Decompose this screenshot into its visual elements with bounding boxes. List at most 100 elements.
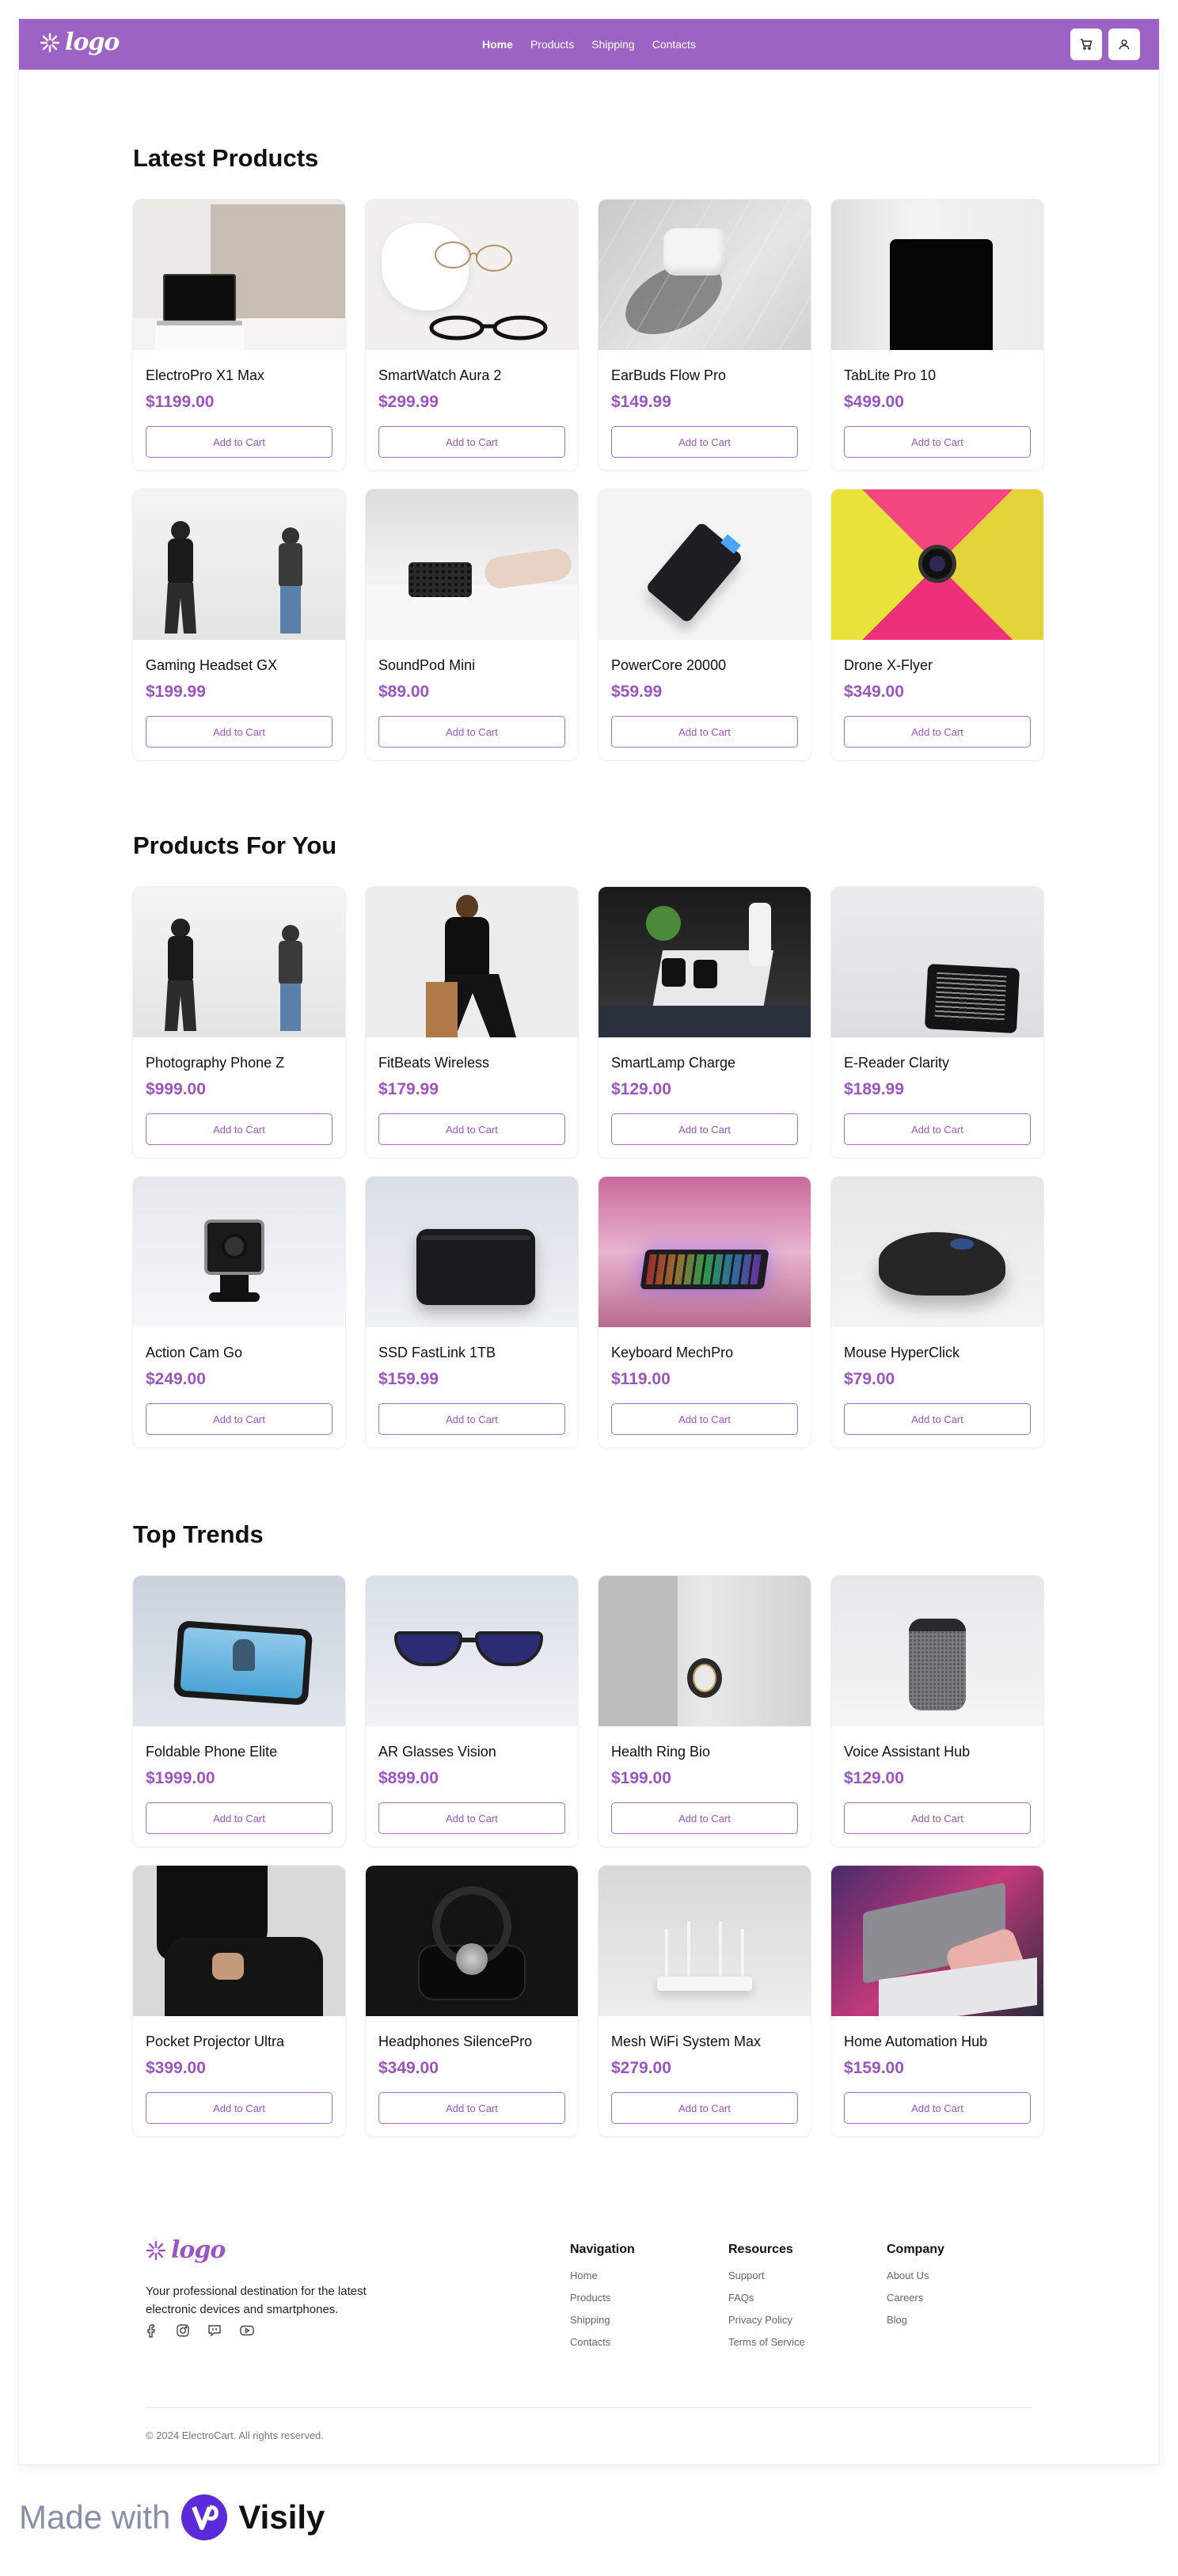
product-image[interactable] [831,489,1043,640]
facebook-icon[interactable] [146,2323,158,2338]
product-image[interactable] [831,200,1043,350]
product-image[interactable] [133,887,345,1037]
youtube-icon[interactable] [239,2323,255,2338]
product-name: FitBeats Wireless [378,1055,490,1071]
footer-link-support[interactable]: Support [728,2270,805,2282]
add-to-cart-button[interactable]: Add to Cart [378,716,565,748]
product-card: Photography Phone Z $999.00 Add to Cart [133,887,345,1158]
footer-link-blog[interactable]: Blog [887,2314,944,2327]
product-price: $159.00 [844,2059,904,2077]
nav-home[interactable]: Home [482,38,513,51]
product-image[interactable] [598,1177,811,1327]
product-image[interactable] [133,1866,345,2016]
product-price: $399.00 [146,2059,206,2077]
add-to-cart-button[interactable]: Add to Cart [844,1802,1031,1834]
add-to-cart-button[interactable]: Add to Cart [378,1113,565,1145]
cart-button[interactable] [1070,29,1102,60]
main-nav: Home Products Shipping Contacts [19,19,1159,70]
product-card: TabLite Pro 10 $499.00 Add to Cart [831,200,1043,470]
product-image[interactable] [598,1866,811,2016]
footer-description: Your professional destination for the la… [146,2285,367,2316]
add-to-cart-button[interactable]: Add to Cart [611,716,798,748]
product-image[interactable] [133,489,345,640]
add-to-cart-button[interactable]: Add to Cart [378,426,565,458]
product-image[interactable] [831,887,1043,1037]
add-to-cart-button[interactable]: Add to Cart [844,716,1031,748]
footer-link-shipping[interactable]: Shipping [570,2314,635,2327]
add-to-cart-button[interactable]: Add to Cart [146,2092,332,2124]
product-card: Mouse HyperClick $79.00 Add to Cart [831,1177,1043,1448]
product-image[interactable] [831,1177,1043,1327]
product-image[interactable] [366,1576,578,1726]
cart-icon [1081,39,1092,50]
product-image[interactable] [598,887,811,1037]
instagram-icon[interactable] [176,2323,190,2338]
product-name: TabLite Pro 10 [844,367,937,383]
add-to-cart-button[interactable]: Add to Cart [844,426,1031,458]
product-price: $999.00 [146,1080,206,1098]
product-image[interactable] [133,1177,345,1327]
chat-icon[interactable] [207,2323,222,2338]
footer-link-home[interactable]: Home [570,2270,635,2282]
add-to-cart-button[interactable]: Add to Cart [378,2092,565,2124]
footer-link-terms[interactable]: Terms of Service [728,2336,805,2349]
product-image[interactable] [366,887,578,1037]
add-to-cart-button[interactable]: Add to Cart [611,2092,798,2124]
add-to-cart-button[interactable]: Add to Cart [844,1113,1031,1145]
product-price: $59.99 [611,683,663,701]
user-button[interactable] [1108,29,1140,60]
nav-contacts[interactable]: Contacts [652,38,696,51]
add-to-cart-button[interactable]: Add to Cart [146,1802,332,1834]
product-card: EarBuds Flow Pro $149.99 Add to Cart [598,200,811,470]
product-image[interactable] [366,1866,578,2016]
product-image[interactable] [598,200,811,350]
add-to-cart-button[interactable]: Add to Cart [844,1403,1031,1435]
product-name: Health Ring Bio [611,1744,711,1760]
add-to-cart-button[interactable]: Add to Cart [146,1403,332,1435]
product-image[interactable] [831,1866,1043,2016]
nav-products[interactable]: Products [530,38,574,51]
product-image[interactable] [366,489,578,640]
add-to-cart-button[interactable]: Add to Cart [611,426,798,458]
add-to-cart-button[interactable]: Add to Cart [611,1802,798,1834]
product-image[interactable] [133,200,345,350]
made-with-visily-badge[interactable]: Made with Visily [19,2494,325,2540]
product-image[interactable] [366,200,578,350]
product-price: $159.99 [378,1370,439,1388]
add-to-cart-button[interactable]: Add to Cart [611,1113,798,1145]
nav-shipping[interactable]: Shipping [591,38,635,51]
product-name: Action Cam Go [146,1345,243,1360]
add-to-cart-button[interactable]: Add to Cart [844,2092,1031,2124]
footer-logo[interactable]: logo [146,2236,226,2264]
product-card: Mesh WiFi System Max $279.00 Add to Cart [598,1866,811,2137]
add-to-cart-button[interactable]: Add to Cart [146,1113,332,1145]
footer-divider [146,2407,1032,2408]
add-to-cart-button[interactable]: Add to Cart [378,1802,565,1834]
product-image[interactable] [831,1576,1043,1726]
product-image[interactable] [598,489,811,640]
footer-link-careers[interactable]: Careers [887,2292,944,2304]
footer-link-faqs[interactable]: FAQs [728,2292,805,2304]
add-to-cart-button[interactable]: Add to Cart [611,1403,798,1435]
product-card: SSD FastLink 1TB $159.99 Add to Cart [366,1177,578,1448]
product-name: E-Reader Clarity [844,1055,950,1071]
product-name: AR Glasses Vision [378,1744,496,1760]
footer-col-navigation: Navigation Home Products Shipping Contac… [570,2236,635,2358]
add-to-cart-button[interactable]: Add to Cart [146,716,332,748]
products-for-you-grid: Photography Phone Z $999.00 Add to Cart … [133,887,1045,1448]
product-image[interactable] [366,1177,578,1327]
footer-link-privacy[interactable]: Privacy Policy [728,2314,805,2327]
product-price: $119.00 [611,1370,671,1388]
product-price: $149.99 [611,393,671,411]
footer-link-contacts[interactable]: Contacts [570,2336,635,2349]
product-image[interactable] [133,1576,345,1726]
add-to-cart-button[interactable]: Add to Cart [146,426,332,458]
footer-link-about[interactable]: About Us [887,2270,944,2282]
product-price: $299.99 [378,393,439,411]
product-card: AR Glasses Vision $899.00 Add to Cart [366,1576,578,1847]
product-name: SmartLamp Charge [611,1055,736,1071]
footer-link-products[interactable]: Products [570,2292,635,2304]
visily-logo-icon [181,2494,228,2540]
add-to-cart-button[interactable]: Add to Cart [378,1403,565,1435]
product-image[interactable] [598,1576,811,1726]
